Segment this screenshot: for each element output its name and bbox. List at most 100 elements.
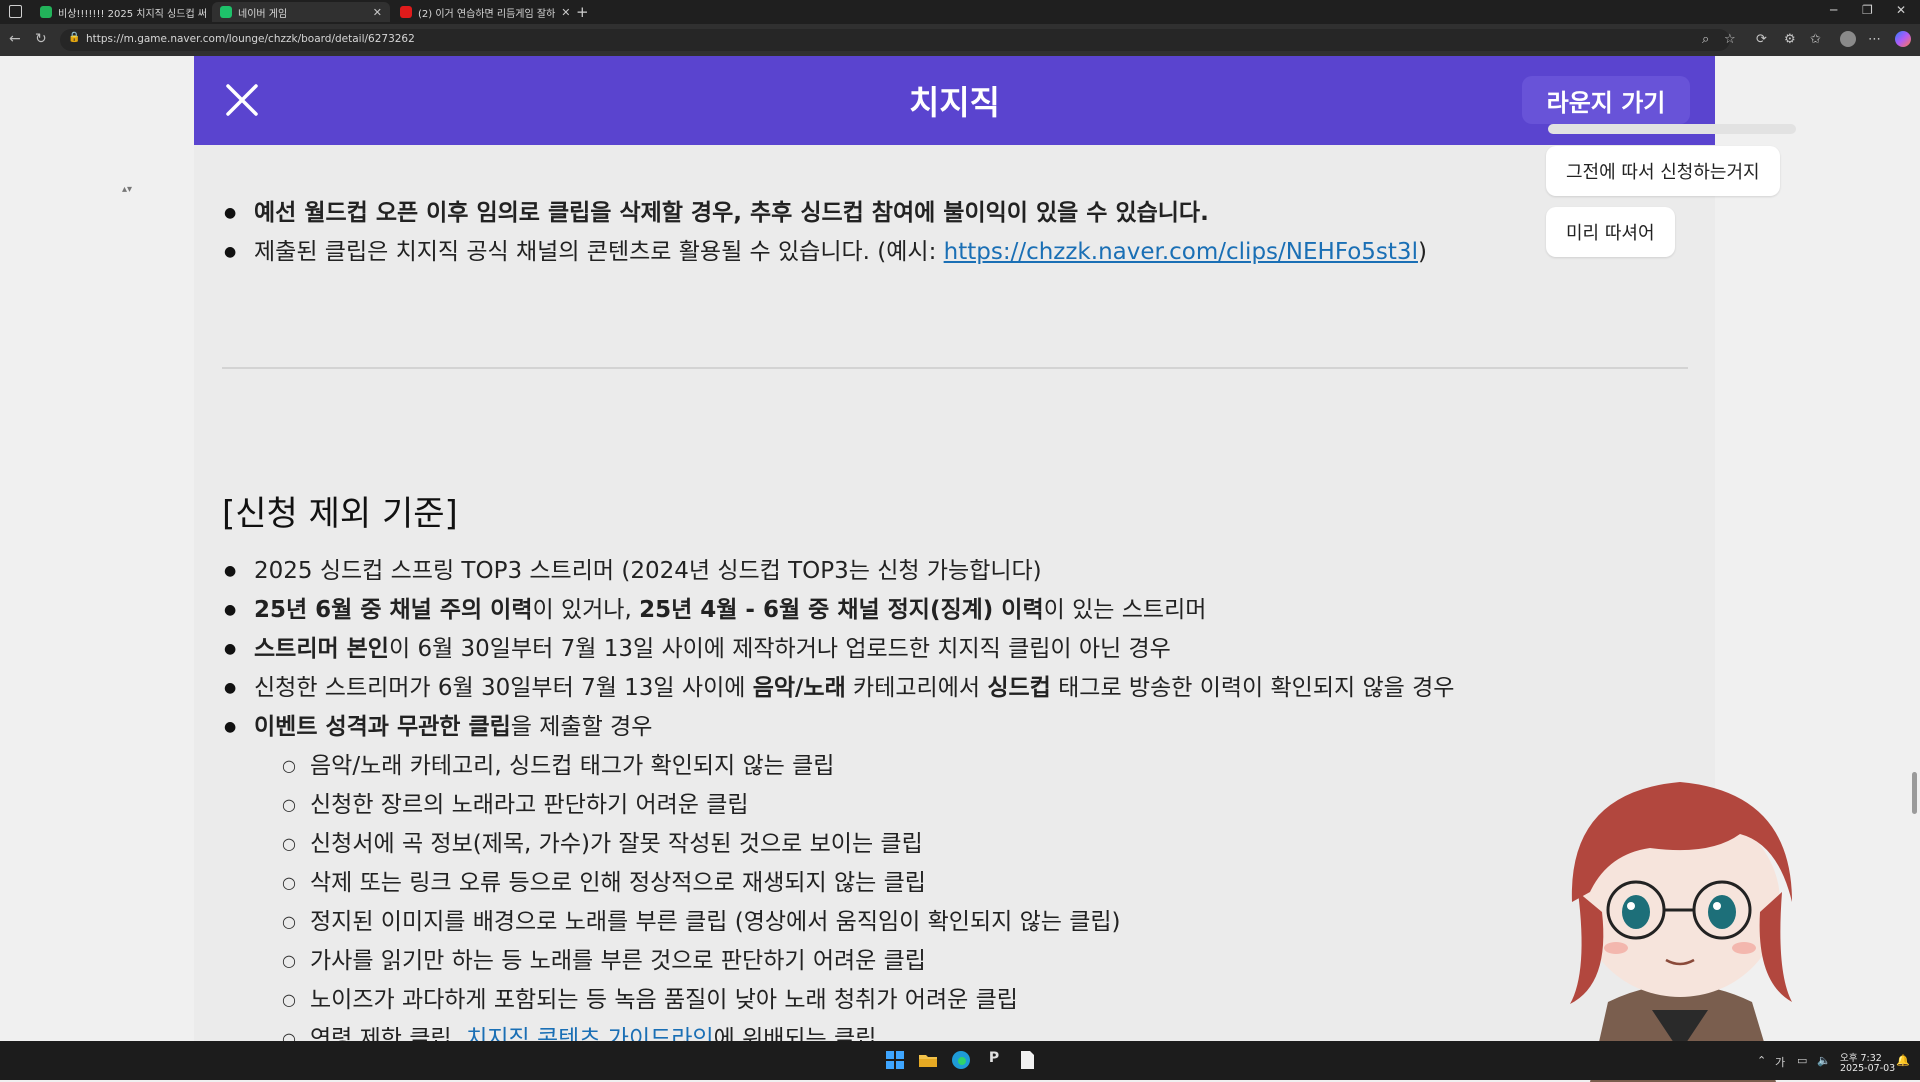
item-text: 신청한 스트리머가 6월 30일부터 7월 13일 사이에 [254,675,753,701]
minimize-icon[interactable]: ─ [1830,3,1837,17]
criteria-item: 이벤트 성격과 무관한 클립을 제출할 경우 [224,712,653,742]
volume-icon[interactable]: 🔈 [1817,1054,1831,1067]
item-text: 이 있거나, [532,597,640,623]
clock-date[interactable]: 2025-07-03 [1840,1063,1895,1074]
item-text: 노이즈가 과다하게 포함되는 등 녹음 품질이 낮아 노래 청취가 어려운 클립 [310,987,1018,1013]
bold-text: 예선 월드컵 오픈 이후 임의로 클립을 삭제할 경우, 추후 싱드컵 참여에 … [254,200,1209,226]
item-text: 을 제출할 경우 [510,714,653,740]
browser-tab-3[interactable]: (2) 이거 연습하면 리듬게임 잘하 ✕ [392,2,570,22]
sub-criteria-item: 음악/노래 카테고리, 싱드컵 태그가 확인되지 않는 클립 [282,751,835,781]
refresh-icon[interactable]: ↻ [35,31,47,47]
close-window-icon[interactable]: ✕ [1896,3,1906,17]
item-text: 카테고리에서 [845,675,988,701]
clock-time[interactable]: 오후 7:32 [1840,1050,1882,1064]
close-tab-icon[interactable]: ✕ [207,6,210,19]
item-text: 연령 제한 클립, [310,1026,467,1041]
new-tab-icon[interactable]: + [576,3,589,21]
post-content: 예선 월드컵 오픈 이후 임의로 클립을 삭제할 경우, 추후 싱드컵 참여에 … [194,145,1715,1041]
item-text: 태그로 방송한 이력이 확인되지 않을 경우 [1050,675,1455,701]
criteria-item: 25년 6월 중 채널 주의 이력이 있거나, 25년 4월 - 6월 중 채널… [224,595,1207,625]
notice-item: 제출된 클립은 치지직 공식 채널의 콘텐츠로 활용될 수 있습니다. (예시:… [224,237,1427,267]
document-app-icon[interactable] [1017,1050,1037,1070]
lock-icon: 🔒 [68,32,81,43]
item-text: 이 있는 스트리머 [1043,597,1207,623]
copilot-icon[interactable] [1895,31,1911,47]
sub-criteria-item: 신청서에 곡 정보(제목, 가수)가 잘못 작성된 것으로 보이는 클립 [282,829,923,859]
notice-item: 예선 월드컵 오픈 이후 임의로 클립을 삭제할 경우, 추후 싱드컵 참여에 … [224,198,1209,228]
scrollbar-thumb[interactable] [1912,772,1917,814]
chat-message: 그전에 따서 신청하는거지 [1546,146,1780,196]
browser-tab-bar: 비상!!!!!!! 2025 치지직 싱드컵 써 ✕ 네이버 게임 ✕ (2) … [0,0,1920,24]
extensions-puzzle-icon[interactable]: ⚙ [1784,32,1796,47]
sub-criteria-item: 신청한 장르의 노래라고 판단하기 어려운 클립 [282,790,749,820]
tab-actions-icon[interactable] [9,5,22,18]
criteria-item: 신청한 스트리머가 6월 30일부터 7월 13일 사이에 음악/노래 카테고리… [224,673,1455,703]
sub-criteria-item: 가사를 읽기만 하는 등 노래를 부른 것으로 판단하기 어려운 클립 [282,946,926,976]
chat-overlay-faded-message [1548,124,1796,134]
extension-icon[interactable]: ⟳ [1756,32,1767,47]
tab-title: 네이버 게임 [238,8,288,20]
inline-link[interactable]: 치지직 콘텐츠 가이드라인 [466,1026,713,1041]
item-text: 이 6월 30일부터 7월 13일 사이에 제작하거나 업로드한 치지직 클립이… [388,636,1171,662]
item-text: 2025 싱드컵 스프링 TOP3 스트리머 (2024년 싱드컵 TOP3는 … [254,558,1042,584]
address-bar-row: ← ↻ 🔒 https://m.game.naver.com/lounge/ch… [0,24,1920,56]
notification-icon[interactable]: 🔔 [1896,1054,1910,1067]
sub-criteria-item: 삭제 또는 링크 오류 등으로 인해 정상적으로 재생되지 않는 클립 [282,868,926,898]
scroll-indicator-icon: ▴▾ [122,184,133,195]
windows-start-icon[interactable] [885,1050,905,1070]
sub-criteria-item: 노이즈가 과다하게 포함되는 등 녹음 품질이 낮아 노래 청취가 어려운 클립 [282,985,1018,1015]
page-title: 치지직 [908,83,1001,122]
bold-text: 스트리머 본인 [254,636,389,662]
naver-favicon-icon [40,6,52,18]
item-text: 가사를 읽기만 하는 등 노래를 부른 것으로 판단하기 어려운 클립 [310,948,926,974]
browser-tab-2[interactable]: 네이버 게임 ✕ [212,2,390,22]
tray-overflow-icon[interactable]: ⌃ [1757,1054,1766,1067]
item-text: 정지된 이미지를 배경으로 노래를 부른 클립 (영상에서 움직임이 확인되지 … [310,909,1121,935]
profile-avatar[interactable] [1840,31,1856,47]
bold-text: 음악/노래 [752,675,846,701]
bold-text: 25년 4월 - 6월 중 채널 정지(징계) 이력 [639,597,1044,623]
close-tab-icon[interactable]: ✕ [555,6,570,19]
section-title: [신청 제외 기준] [222,494,458,534]
item-text: 신청한 장르의 노래라고 판단하기 어려운 클립 [310,792,749,818]
section-divider [222,367,1688,369]
page-header: 치지직 라운지 가기 [194,56,1715,145]
item-text: 신청서에 곡 정보(제목, 가수)가 잘못 작성된 것으로 보이는 클립 [310,831,923,857]
network-icon[interactable]: ▭ [1797,1054,1807,1067]
url-text[interactable]: https://m.game.naver.com/lounge/chzzk/bo… [86,33,415,45]
back-icon[interactable]: ← [9,31,21,47]
ime-indicator[interactable]: 가 [1775,1054,1785,1070]
browser-tab-1[interactable]: 비상!!!!!!! 2025 치지직 싱드컵 써 ✕ [32,2,210,22]
naver-game-favicon-icon [220,6,232,18]
streamer-avatar [1570,782,1792,1082]
chat-message: 미리 따셔어 [1546,207,1675,257]
item-text: 제출된 클립은 치지직 공식 채널의 콘텐츠로 활용될 수 있습니다. (예시: [254,239,944,265]
youtube-favicon-icon [400,6,412,18]
sub-criteria-item: 연령 제한 클립, 치지직 콘텐츠 가이드라인에 위배되는 클립 [282,1024,877,1041]
more-menu-icon[interactable]: ⋯ [1868,32,1881,47]
edge-browser-icon[interactable] [951,1050,971,1070]
favorites-list-icon[interactable]: ✩ [1810,32,1821,47]
criteria-item: 스트리머 본인이 6월 30일부터 7월 13일 사이에 제작하거나 업로드한 … [224,634,1171,664]
item-text: 음악/노래 카테고리, 싱드컵 태그가 확인되지 않는 클립 [310,753,835,779]
item-text: ) [1417,239,1427,265]
sub-criteria-item: 정지된 이미지를 배경으로 노래를 부른 클립 (영상에서 움직임이 확인되지 … [282,907,1121,937]
zoom-icon[interactable]: ⌕ [1702,32,1709,47]
go-to-lounge-button[interactable]: 라운지 가기 [1522,76,1690,124]
app-p-icon[interactable]: P [984,1050,1004,1070]
criteria-item: 2025 싱드컵 스프링 TOP3 스트리머 (2024년 싱드컵 TOP3는 … [224,556,1042,586]
bold-text: 싱드컵 [987,675,1051,701]
tab-title: 비상!!!!!!! 2025 치지직 싱드컵 써 [58,8,208,20]
favorite-star-icon[interactable]: ☆ [1724,32,1736,47]
restore-icon[interactable]: ❐ [1862,3,1873,17]
tab-title: (2) 이거 연습하면 리듬게임 잘하 [418,8,556,20]
inline-link[interactable]: https://chzzk.naver.com/clips/NEHFo5st3l [944,239,1418,265]
bold-text: 이벤트 성격과 무관한 클립 [254,714,511,740]
close-tab-icon[interactable]: ✕ [367,6,382,19]
page-scrollbar[interactable] [1910,56,1920,1041]
post-page: 치지직 라운지 가기 예선 월드컵 오픈 이후 임의로 클립을 삭제할 경우, … [194,56,1715,1041]
file-explorer-icon[interactable] [918,1050,938,1070]
bold-text: 25년 6월 중 채널 주의 이력 [254,597,533,623]
item-text: 에 위배되는 클립 [713,1026,877,1041]
item-text: 삭제 또는 링크 오류 등으로 인해 정상적으로 재생되지 않는 클립 [310,870,926,896]
